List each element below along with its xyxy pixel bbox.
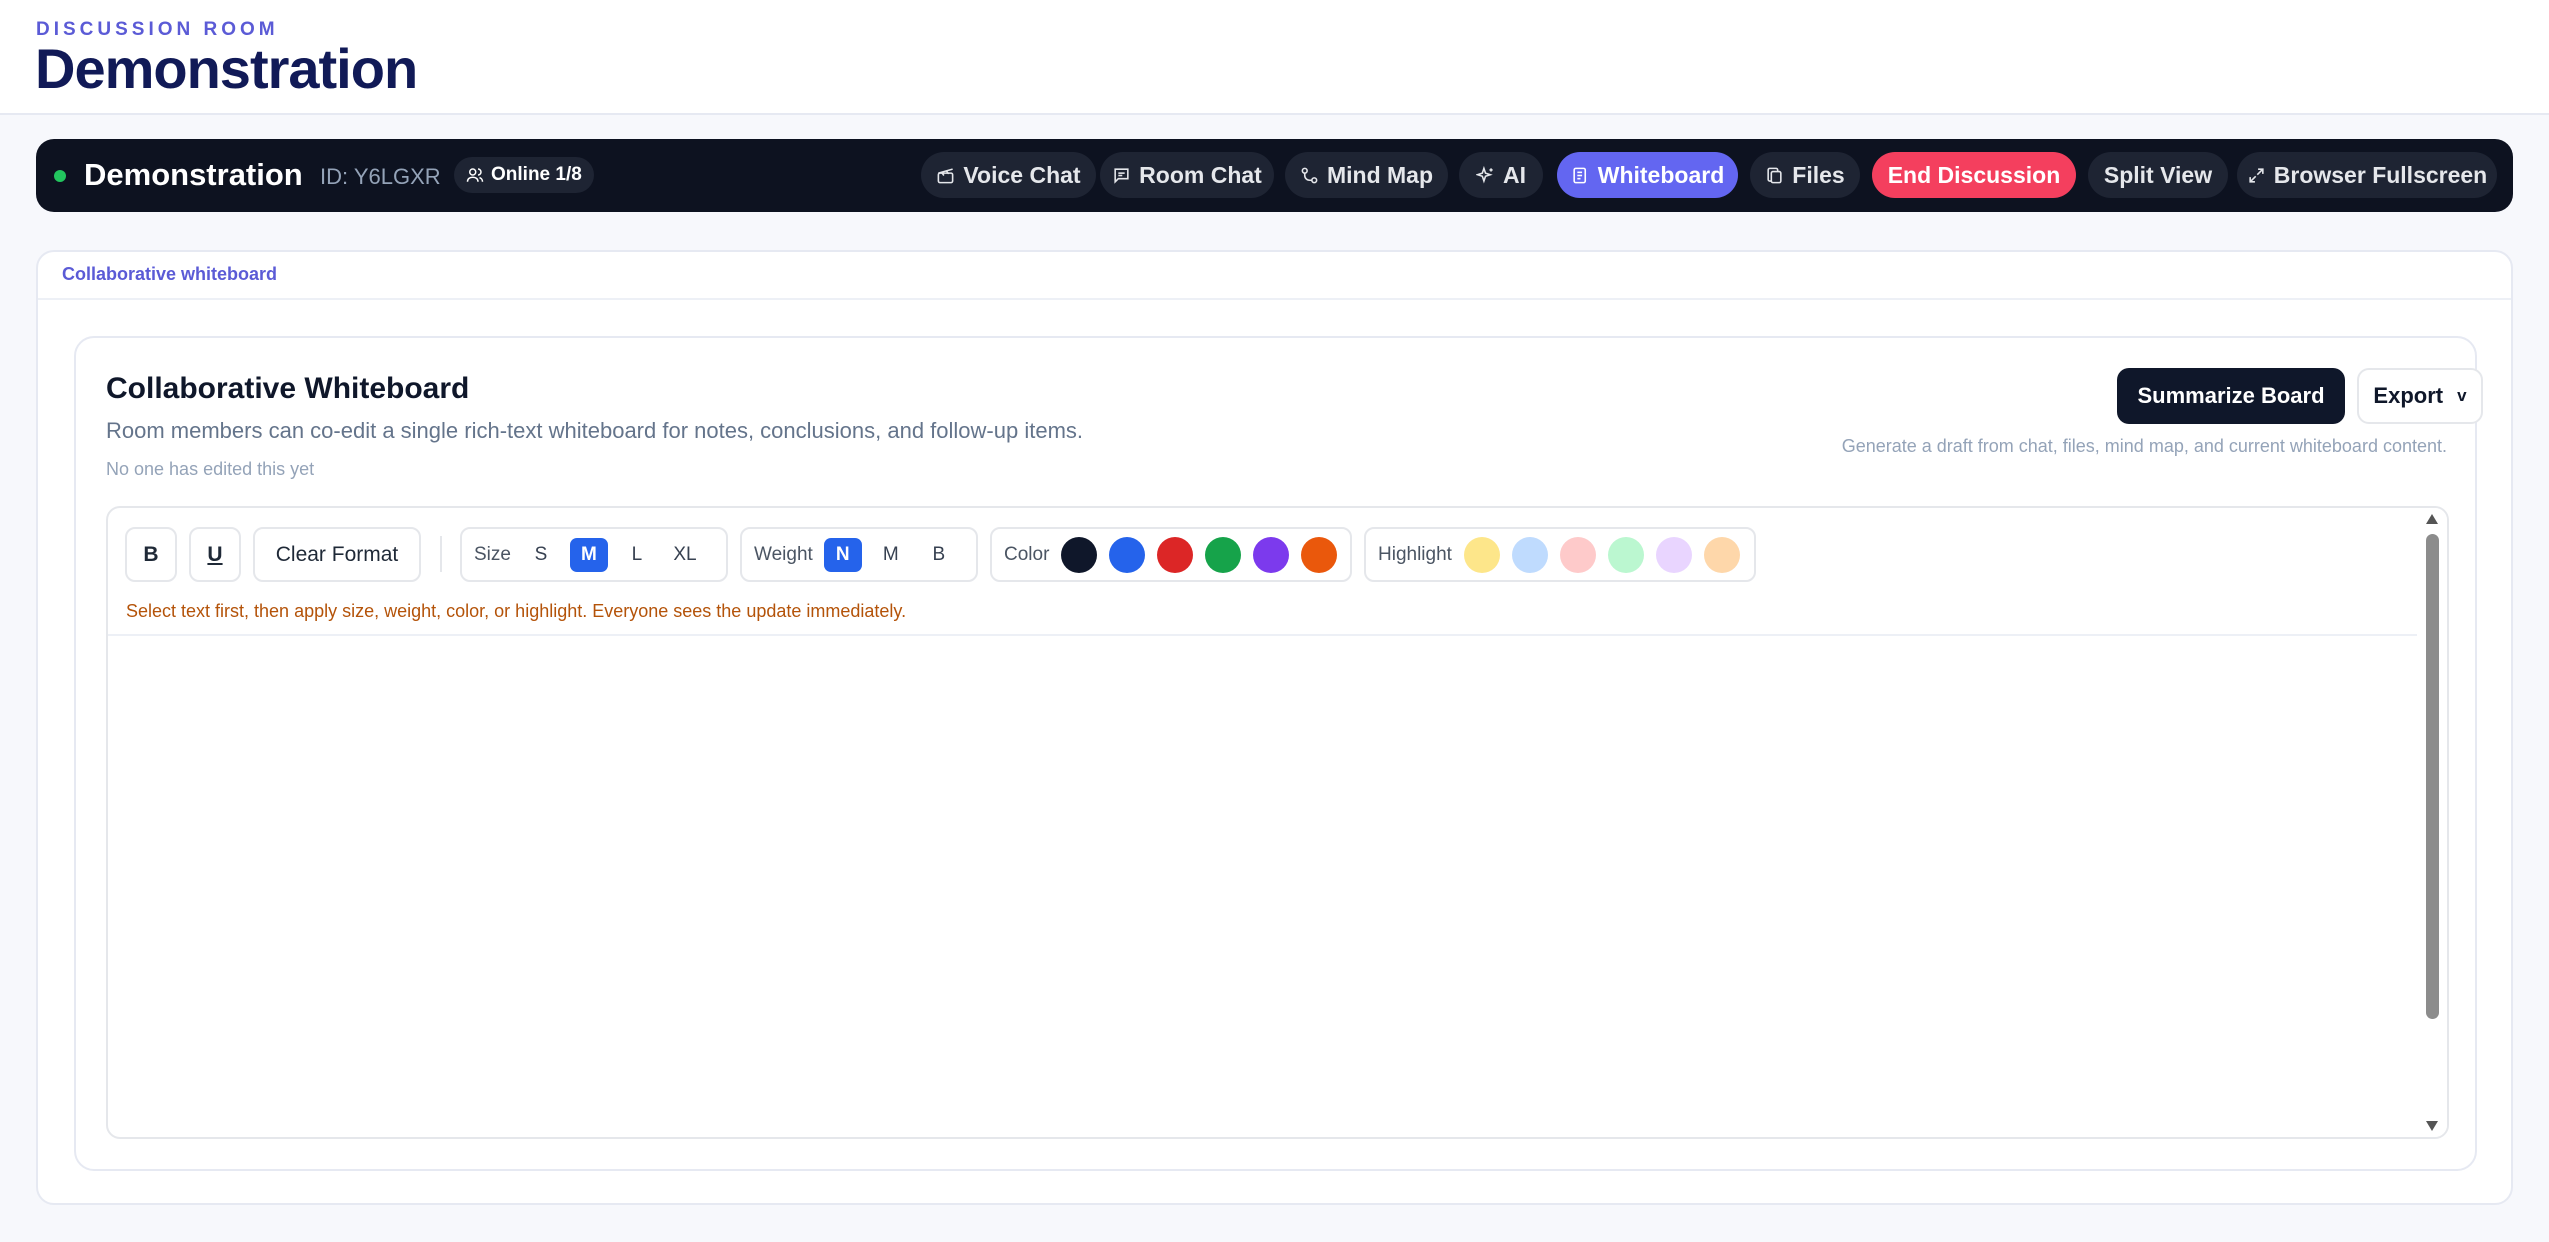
export-dropdown-button[interactable]: Export v xyxy=(2357,368,2483,424)
size-label: Size xyxy=(474,543,511,565)
whiteboard-text-area[interactable] xyxy=(108,638,2418,1137)
room-id: ID: Y6LGXR xyxy=(320,164,441,189)
summary-hint: Generate a draft from chat, files, mind … xyxy=(1841,436,2447,456)
format-toolbar: B U Clear Format Size S M L XL Weight N … xyxy=(108,508,2418,636)
nav-voice-chat-label: Voice Chat xyxy=(963,161,1081,188)
size-option-m[interactable]: M xyxy=(569,537,608,572)
highlight-swatch-pink[interactable] xyxy=(1559,536,1596,573)
nav-whiteboard[interactable]: Whiteboard xyxy=(1557,152,1738,198)
whiteboard-description: Room members can co-edit a single rich-t… xyxy=(106,418,1084,443)
nav-room-chat[interactable]: Room Chat xyxy=(1100,152,1274,198)
color-swatch-purple[interactable] xyxy=(1253,536,1290,573)
files-icon xyxy=(1767,167,1782,183)
browser-fullscreen-button[interactable]: Browser Fullscreen xyxy=(2237,152,2497,198)
summarize-board-button[interactable]: Summarize Board xyxy=(2117,368,2345,424)
expand-icon xyxy=(2249,167,2264,183)
browser-fullscreen-label: Browser Fullscreen xyxy=(2273,161,2488,188)
color-swatch-orange[interactable] xyxy=(1301,536,1338,573)
highlight-swatch-green[interactable] xyxy=(1607,536,1644,573)
nav-mind-map[interactable]: Mind Map xyxy=(1285,152,1448,198)
size-option-xl[interactable]: XL xyxy=(666,538,704,572)
online-count-label: Online 1/8 xyxy=(491,164,582,185)
room-bar: Demonstration ID: Y6LGXR Online 1/8 Voic… xyxy=(36,139,2513,212)
online-count-badge: Online 1/8 xyxy=(454,157,594,193)
main-panel: Collaborative whiteboard Collaborative W… xyxy=(36,250,2513,1205)
size-option-s[interactable]: S xyxy=(522,538,560,572)
whiteboard-card: Collaborative Whiteboard Room members ca… xyxy=(74,336,2483,1171)
sparkle-icon xyxy=(1476,165,1493,184)
voice-chat-icon xyxy=(938,167,954,183)
toolbar-divider xyxy=(440,536,442,572)
tab-collaborative-whiteboard[interactable]: Collaborative whiteboard xyxy=(62,264,277,285)
color-swatch-red[interactable] xyxy=(1157,536,1194,573)
highlight-swatch-lavender[interactable] xyxy=(1655,536,1692,573)
highlight-swatch-blue[interactable] xyxy=(1511,536,1548,573)
scrollbar-thumb[interactable] xyxy=(2426,534,2439,1019)
underline-button[interactable]: U xyxy=(189,527,241,582)
room-name: Demonstration xyxy=(84,157,303,192)
toolbar-hint: Select text first, then apply size, weig… xyxy=(126,601,907,621)
nav-voice-chat[interactable]: Voice Chat xyxy=(921,152,1096,198)
end-discussion-button[interactable]: End Discussion xyxy=(1872,152,2076,198)
weight-option-medium[interactable]: M xyxy=(872,538,910,572)
color-label: Color xyxy=(1004,543,1050,565)
whiteboard-title: Collaborative Whiteboard xyxy=(106,372,470,405)
mind-map-icon xyxy=(1301,167,1318,183)
highlight-group: Highlight xyxy=(1364,527,1756,582)
panel-tab-row: Collaborative whiteboard xyxy=(38,252,2511,300)
nav-ai-label: AI xyxy=(1503,161,1526,188)
weight-option-normal[interactable]: N xyxy=(823,537,862,572)
nav-files[interactable]: Files xyxy=(1750,152,1860,198)
editor-scrollbar[interactable] xyxy=(2417,508,2447,1137)
color-swatch-green[interactable] xyxy=(1205,536,1242,573)
nav-mind-map-label: Mind Map xyxy=(1326,161,1434,188)
color-swatch-black[interactable] xyxy=(1061,536,1098,573)
chat-bubble-icon xyxy=(1114,167,1129,184)
weight-group: Weight N M B xyxy=(740,527,978,582)
highlight-label: Highlight xyxy=(1378,543,1452,565)
nav-ai[interactable]: AI xyxy=(1459,152,1543,198)
clear-format-button[interactable]: Clear Format xyxy=(253,527,421,582)
whiteboard-editor: B U Clear Format Size S M L XL Weight N … xyxy=(106,506,2449,1139)
last-edited-status: No one has edited this yet xyxy=(106,459,315,479)
online-status-dot xyxy=(54,170,66,182)
export-label: Export xyxy=(2373,383,2444,408)
nav-files-label: Files xyxy=(1792,161,1845,188)
size-group: Size S M L XL xyxy=(460,527,728,582)
page-header: DISCUSSION ROOM Demonstration xyxy=(0,0,2549,115)
users-icon xyxy=(466,168,484,182)
chevron-down-icon: v xyxy=(2457,386,2467,405)
size-option-l[interactable]: L xyxy=(618,538,656,572)
highlight-swatch-peach[interactable] xyxy=(1703,536,1740,573)
nav-room-chat-label: Room Chat xyxy=(1139,161,1262,188)
bold-button[interactable]: B xyxy=(125,527,177,582)
scroll-down-arrow-icon[interactable] xyxy=(2426,1121,2438,1131)
page-title: Demonstration xyxy=(35,37,418,100)
scroll-up-arrow-icon[interactable] xyxy=(2426,514,2438,524)
weight-label: Weight xyxy=(754,543,813,565)
whiteboard-icon xyxy=(1573,167,1586,183)
highlight-swatch-yellow[interactable] xyxy=(1463,536,1500,573)
weight-option-bold[interactable]: B xyxy=(920,538,958,572)
nav-whiteboard-label: Whiteboard xyxy=(1597,161,1725,188)
color-swatch-blue[interactable] xyxy=(1109,536,1146,573)
color-group: Color xyxy=(990,527,1352,582)
split-view-button[interactable]: Split View xyxy=(2088,152,2228,198)
